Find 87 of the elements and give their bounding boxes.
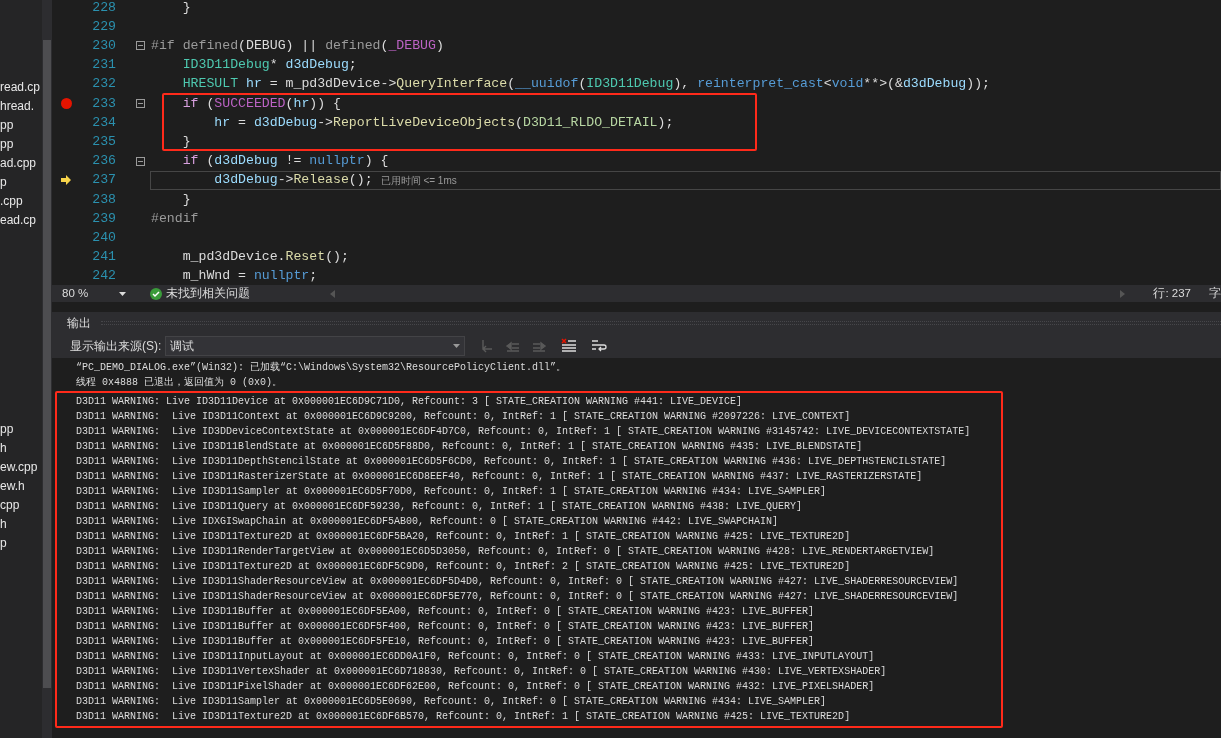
- clear-all-icon[interactable]: [561, 338, 578, 354]
- check-circle-icon: [150, 287, 162, 300]
- output-line: D3D11 WARNING: Live ID3D11Buffer at 0x000001EC6DF5FE10, Refcount: 0, IntRef: 0 [ STATE_CREATION WARNING #423: LIVE_BUFFER]: [76, 635, 816, 649]
- output-line: D3D11 WARNING: Live ID3D11RenderTargetView at 0x000001EC6D5D3050, Refcount: 0, IntRef: 0 [ STATE_CREATION WARNING #428: LIVE_RENDERTARGETVIEW]: [76, 545, 936, 559]
- file-item[interactable]: h: [0, 515, 42, 534]
- output-line: D3D11 WARNING: Live ID3D11Texture2D at 0x000001EC6DF5C9D0, Refcount: 0, IntRef: 2 [ STATE_CREATION WARNING #425: LIVE_TEXTURE2D]: [76, 560, 852, 574]
- output-line: D3D11 WARNING: Live ID3D11Texture2D at 0x000001EC6DF6B570, Refcount: 0, IntRef: 1 [ STATE_CREATION WARNING #425: LIVE_TEXTURE2D]: [76, 710, 852, 724]
- line-number: 240: [91, 228, 116, 247]
- output-line: D3D11 WARNING: Live ID3D11ShaderResourceView at 0x000001EC6DF5D4D0, Refcount: 0, IntRef: 0 [ STATE_CREATION WARNING #427: LIVE_SHADERRESOURCEVIEW]: [76, 575, 960, 589]
- issues-status[interactable]: 未找到相关问题: [166, 284, 250, 303]
- file-item[interactable]: read.cp: [0, 78, 42, 97]
- code-line: #endif: [151, 209, 199, 228]
- code-line: m_pd3dDevice.Reset();: [181, 248, 349, 267]
- code-line: HRESULT hr = m_pd3dDevice->QueryInterface(__uuidof(ID3D11Debug), reinterpret_cast<void**>(&d3dDebug));: [181, 75, 990, 94]
- source-dropdown[interactable]: 调试: [165, 336, 466, 356]
- code-line: if (d3dDebug != nullptr) {: [181, 152, 389, 171]
- code-line: #if defined(DEBUG) || defined(_DEBUG): [151, 37, 444, 56]
- output-line: D3D11 WARNING: Live ID3D11Sampler at 0x000001EC6D5F70D0, Refcount: 0, IntRef: 1 [ STATE_CREATION WARNING #434: LIVE_SAMPLER]: [76, 485, 828, 499]
- breakpoint-icon[interactable]: [60, 98, 72, 110]
- file-item[interactable]: .cpp: [0, 192, 42, 211]
- caret-icon: [453, 344, 461, 348]
- scroll-left-icon[interactable]: [330, 289, 335, 298]
- output-line: D3D11 WARNING: Live ID3D11RasterizerState at 0x000001EC6D8EEF40, Refcount: 0, IntRef: 1 [ STATE_CREATION WARNING #437: LIVE_RASTERIZERSTATE]: [76, 470, 924, 484]
- output-line: “PC_DEMO_DIALOG.exe”(Win32): 已加载“C:\Windows\System32\ResourcePolicyClient.dll”。: [76, 360, 568, 375]
- line-number: 238: [91, 190, 116, 209]
- line-number: 241: [91, 248, 116, 267]
- file-item[interactable]: ad.cpp: [0, 154, 42, 173]
- collapse-icon[interactable]: [136, 156, 145, 166]
- caret-icon: [119, 291, 126, 296]
- panel-title: 输出: [67, 315, 91, 332]
- code-line: d3dDebug->Release();: [213, 171, 373, 190]
- collapse-icon[interactable]: [136, 99, 145, 109]
- column-indicator: 字: [1209, 285, 1221, 301]
- zoom-dropdown[interactable]: 80 %: [62, 285, 130, 302]
- file-item[interactable]: ew.cpp: [0, 458, 42, 477]
- line-number: 230: [91, 37, 116, 56]
- code-line: }: [181, 0, 191, 17]
- line-number: 242: [91, 267, 116, 285]
- line-indicator: 行: 237: [1153, 285, 1191, 301]
- line-number: 231: [91, 56, 116, 75]
- line-number: 237: [91, 171, 116, 190]
- output-line: 线程 0x4888 已退出，返回值为 0 (0x0)。: [76, 375, 283, 390]
- file-item[interactable]: hread.: [0, 97, 42, 116]
- output-line: D3D11 WARNING: Live ID3D11VertexShader at 0x000001EC6D718830, Refcount: 0, IntRef: 0 [ STATE_CREATION WARNING #430: LIVE_VERTEXSHADER]: [76, 665, 888, 679]
- output-line: D3D11 WARNING: Live ID3D11Device at 0x000001EC6D9C71D0, Refcount: 3 [ STATE_CREATION WARNING #441: LIVE_DEVICE]: [76, 395, 744, 409]
- output-line: D3D11 WARNING: Live ID3D11Buffer at 0x000001EC6DF5F400, Refcount: 0, IntRef: 0 [ STATE_CREATION WARNING #423: LIVE_BUFFER]: [76, 620, 816, 634]
- code-line: hr = d3dDebug->ReportLiveDeviceObjects(D3D11_RLDO_DETAIL);: [213, 113, 674, 132]
- collapse-icon[interactable]: [136, 41, 145, 51]
- output-line: D3D11 WARNING: Live ID3D11BlendState at 0x000001EC6D5F88D0, Refcount: 0, IntRef: 1 [ STATE_CREATION WARNING #435: LIVE_BLENDSTATE]: [76, 440, 864, 454]
- line-number: 235: [91, 133, 116, 151]
- output-line: D3D11 WARNING: Live IDXGISwapChain at 0x000001EC6DF5AB00, Refcount: 0 [ STATE_CREATION WARNING #442: LIVE_SWAPCHAIN]: [76, 515, 780, 529]
- line-number: 232: [91, 75, 116, 94]
- code-line: if (SUCCEEDED(hr)) {: [181, 94, 341, 113]
- word-wrap-icon[interactable]: [591, 338, 608, 354]
- output-line: D3D11 WARNING: Live ID3D11DepthStencilState at 0x000001EC6D5F6CD0, Refcount: 0, IntRef: 1 [ STATE_CREATION WARNING #436: LIVE_DEPTHSTENCILSTATE]: [76, 455, 948, 469]
- file-item[interactable]: pp: [0, 420, 42, 439]
- line-number: 234: [91, 113, 116, 132]
- line-number: 236: [91, 152, 116, 171]
- file-item[interactable]: h: [0, 439, 42, 458]
- elapsed-time-hint: 已用时间 <= 1ms: [380, 173, 457, 188]
- code-line: }: [181, 190, 191, 209]
- scroll-right-icon[interactable]: [1120, 289, 1126, 298]
- line-number: 229: [91, 17, 116, 36]
- line-number: 239: [91, 209, 116, 228]
- file-item[interactable]: ead.cp: [0, 211, 42, 230]
- output-line: D3D11 WARNING: Live ID3D11Buffer at 0x000001EC6DF5EA00, Refcount: 0, IntRef: 0 [ STATE_CREATION WARNING #423: LIVE_BUFFER]: [76, 605, 816, 619]
- file-item[interactable]: p: [0, 534, 42, 553]
- code-line: }: [181, 133, 191, 151]
- output-line: D3D11 WARNING: Live ID3D11ShaderResourceView at 0x000001EC6DF5E770, Refcount: 0, IntRef: 0 [ STATE_CREATION WARNING #427: LIVE_SHADERRESOURCEVIEW]: [76, 590, 960, 604]
- output-line: D3D11 WARNING: Live ID3D11PixelShader at 0x000001EC6DF62E00, Refcount: 0, IntRef: 0 [ STATE_CREATION WARNING #432: LIVE_PIXELSHADER]: [76, 680, 876, 694]
- file-item[interactable]: p: [0, 173, 42, 192]
- output-line: D3D11 WARNING: Live ID3D11Sampler at 0x000001EC6D5E0690, Refcount: 0, IntRef: 0 [ STATE_CREATION WARNING #434: LIVE_SAMPLER]: [76, 695, 828, 709]
- output-line: D3D11 WARNING: Live ID3D11InputLayout at 0x000001EC6DD0A1F0, Refcount: 0, IntRef: 0 [ STATE_CREATION WARNING #433: LIVE_INPUTLAYOUT]: [76, 650, 876, 664]
- line-number: 228: [91, 0, 116, 17]
- file-item[interactable]: ew.h: [0, 477, 42, 496]
- file-item[interactable]: pp: [0, 135, 42, 154]
- scrollbar-thumb[interactable]: [43, 40, 51, 688]
- output-line: D3D11 WARNING: Live ID3DDeviceContextState at 0x000001EC6DF4D7C0, Refcount: 0, IntRef: 1 [ STATE_CREATION WARNING #3145742: LIVE_DEVICECONTEXTSTATE]: [76, 425, 972, 439]
- code-line: ID3D11Debug* d3dDebug;: [181, 56, 357, 75]
- code-line: m_hWnd = nullptr;: [181, 267, 318, 285]
- source-label: 显示输出来源(S):: [70, 338, 162, 355]
- line-number: 233: [91, 94, 116, 113]
- output-line: D3D11 WARNING: Live ID3D11Query at 0x000001EC6DF59230, Refcount: 0, IntRef: 1 [ STATE_CREATION WARNING #438: LIVE_QUERY]: [76, 500, 804, 514]
- output-line: D3D11 WARNING: Live ID3D11Texture2D at 0x000001EC6DF5BA20, Refcount: 0, IntRef: 1 [ STATE_CREATION WARNING #425: LIVE_TEXTURE2D]: [76, 530, 852, 544]
- file-item[interactable]: cpp: [0, 496, 42, 515]
- output-line: D3D11 WARNING: Live ID3D11Context at 0x000001EC6D9C9200, Refcount: 0, IntRef: 1 [ STATE_CREATION WARNING #2097226: LIVE_CONTEXT]: [76, 410, 852, 424]
- file-item[interactable]: pp: [0, 116, 42, 135]
